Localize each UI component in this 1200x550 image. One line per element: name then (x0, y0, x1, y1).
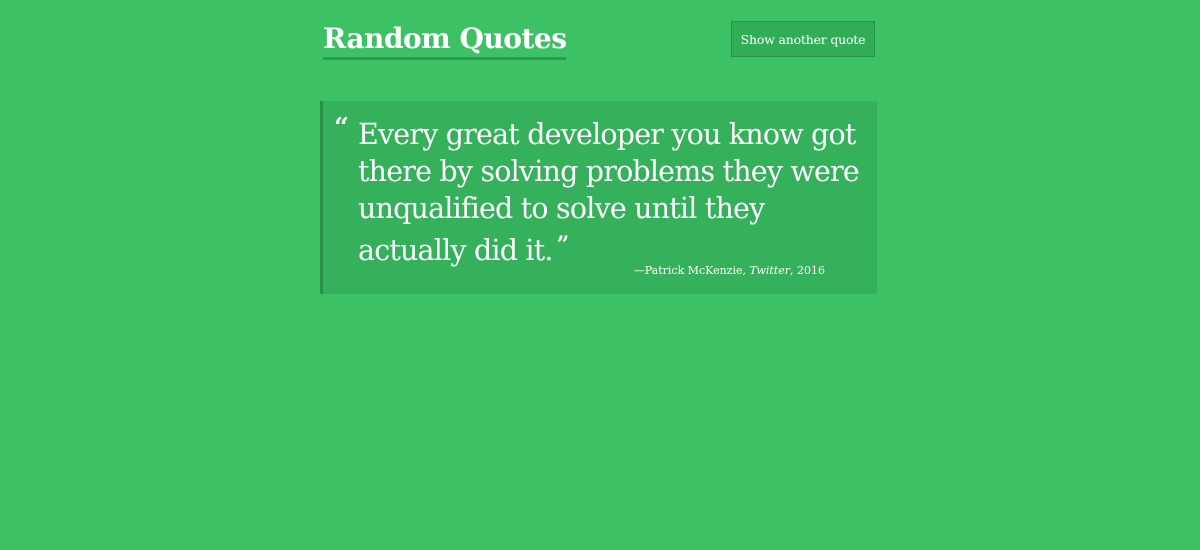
quote-attribution: —Patrick McKenzie, Twitter, 2016 (634, 263, 825, 279)
attribution-separator: , (742, 264, 750, 277)
year-separator: , (790, 264, 797, 277)
quote-author: Patrick McKenzie (644, 264, 743, 277)
quote-text-container: Every great developer you know got there… (358, 116, 873, 269)
quote-source: Twitter (749, 264, 791, 277)
attribution-dash: — (633, 264, 645, 277)
quote-text: Every great developer you know got there… (358, 118, 860, 267)
open-quote-icon: “ (334, 113, 349, 143)
quote-year: 2016 (797, 264, 825, 277)
page-title: Random Quotes (323, 22, 567, 60)
quote-card: “ Every great developer you know got the… (320, 101, 877, 294)
show-another-quote-button[interactable]: Show another quote (731, 21, 875, 57)
close-quote-icon: ” (556, 232, 570, 258)
page-header: Random Quotes Show another quote (323, 18, 875, 62)
